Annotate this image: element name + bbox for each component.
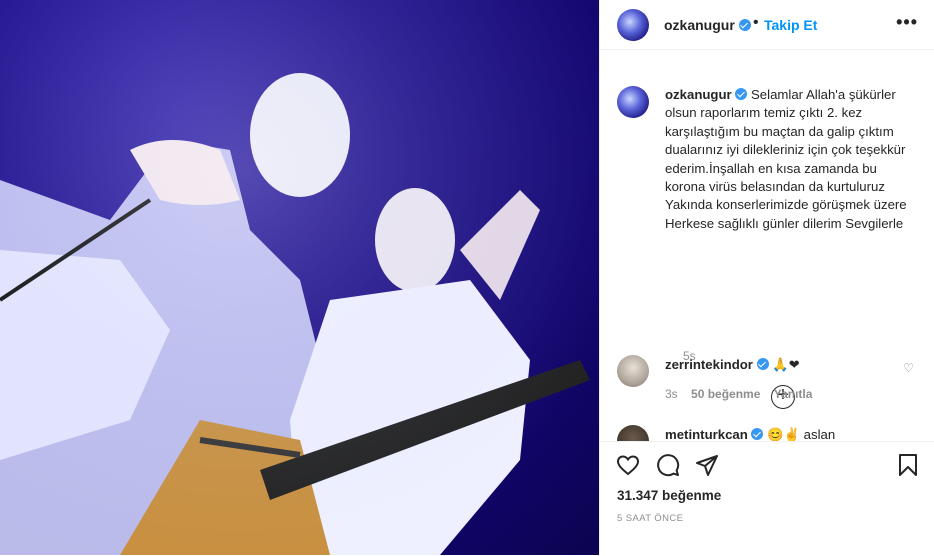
follow-button[interactable]: Takip Et	[764, 17, 817, 33]
likes-count[interactable]: 31.347 beğenme	[617, 488, 721, 503]
separator-dot: •	[753, 14, 759, 31]
verified-badge-icon	[735, 88, 748, 100]
verified-badge-icon	[756, 358, 769, 370]
comment-timestamp[interactable]: 3s	[665, 387, 678, 401]
bookmark-icon[interactable]	[896, 453, 920, 477]
comment-text: 😊✌ aslan	[767, 427, 836, 442]
comment-text: 🙏❤	[772, 357, 800, 372]
post-header: ozkanugur • Takip Et •••	[600, 0, 934, 50]
caption-username[interactable]: ozkanugur	[665, 87, 732, 102]
concert-photo-illustration	[0, 0, 599, 555]
author-username: ozkanugur	[664, 17, 735, 33]
author-avatar[interactable]	[617, 9, 649, 41]
comment-username[interactable]: zerrintekindor	[665, 357, 753, 372]
verified-badge-icon	[751, 428, 764, 440]
comment-icon[interactable]	[656, 453, 680, 477]
comment-body: zerrintekindor 🙏❤	[665, 357, 800, 373]
commenter-avatar[interactable]	[617, 355, 649, 387]
comment-likes-count[interactable]: 50 beğenme	[691, 387, 760, 401]
author-username-link[interactable]: ozkanugur	[664, 17, 751, 33]
comment-username[interactable]: metinturkcan	[665, 427, 748, 442]
heart-icon[interactable]	[616, 453, 640, 477]
caption-author-avatar[interactable]	[617, 86, 649, 118]
post-sidebar: ozkanugur • Takip Et ••• ozkanugur Selam…	[599, 0, 934, 556]
verified-badge-icon	[738, 19, 751, 31]
more-options-icon[interactable]: •••	[896, 12, 918, 33]
post-timestamp[interactable]: 5 SAAT ÖNCE	[617, 513, 683, 524]
comment-like-heart-icon[interactable]: ♡	[903, 361, 914, 375]
post-actions-bar: 31.347 beğenme 5 SAAT ÖNCE	[600, 441, 934, 556]
reply-button[interactable]: Yanıtla	[774, 387, 813, 401]
caption-text: Selamlar Allah'a şükürler olsun raporlar…	[665, 87, 907, 231]
comment-meta: 3s 50 beğenme Yanıtla	[665, 387, 822, 401]
share-icon[interactable]	[695, 453, 719, 477]
caption-text-block: ozkanugur Selamlar Allah'a şükürler olsu…	[665, 86, 909, 233]
post-photo[interactable]	[0, 0, 599, 555]
